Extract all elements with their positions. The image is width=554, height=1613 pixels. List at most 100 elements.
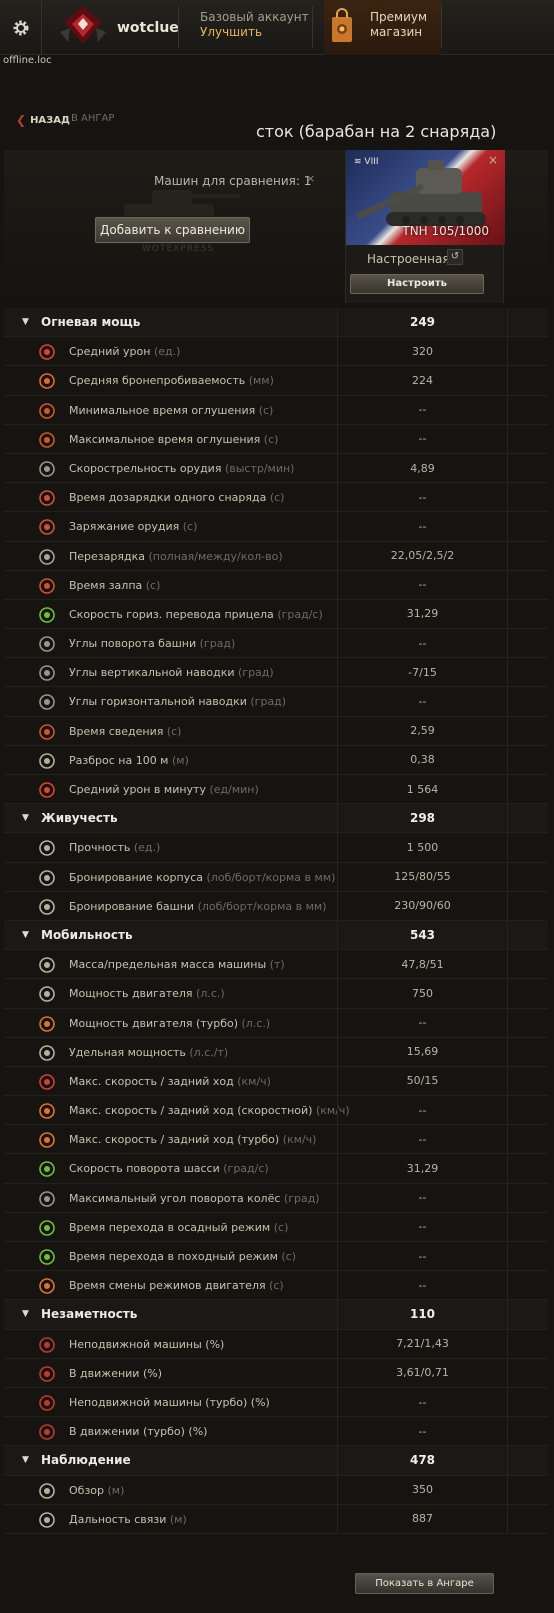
stat-row: Скорострельность орудия (выстр/мин) 4,89 xyxy=(4,453,548,484)
chevron-down-icon: ▼ xyxy=(22,317,29,327)
stat-row: Время залпа (с) -- xyxy=(4,570,548,600)
stat-name: Время перехода в осадный режим xyxy=(69,1220,271,1234)
clear-compare-button[interactable]: × xyxy=(306,172,315,185)
stat-name: Скорость гориз. перевода прицела xyxy=(69,607,274,621)
stat-name: Обзор xyxy=(69,1483,105,1497)
camo-moving-turbo-icon xyxy=(39,1424,55,1440)
stat-value-cell: 15,69 xyxy=(337,1037,508,1066)
stat-value-cell: 31,29 xyxy=(337,599,508,629)
stat-value-cell: -- xyxy=(337,1417,508,1446)
stat-value-cell: -- xyxy=(337,1212,508,1241)
player-nickname[interactable]: wotclue xyxy=(117,20,179,36)
clip-reload-icon xyxy=(39,548,55,565)
to-hangar-link[interactable]: В АНГАР xyxy=(71,113,114,124)
radio-range-icon xyxy=(39,1511,55,1528)
stat-label: Время сведения (с) xyxy=(69,725,181,738)
stat-name: Максимальное время оглушения xyxy=(69,432,261,446)
section-header[interactable]: ▼ Наблюдение 478 xyxy=(4,1446,548,1476)
stat-value-cell: -- xyxy=(337,424,508,453)
stat-name: Удельная мощность xyxy=(69,1045,186,1059)
stat-row: Углы поворота башни (град) -- xyxy=(4,629,548,659)
stat-row: Разброс на 100 м (м) 0,38 xyxy=(4,745,548,775)
stat-row: Время сведения (с) 2,59 xyxy=(4,716,548,746)
stat-row: Средний урон (ед.) 320 xyxy=(4,337,548,367)
stat-name: Мощность двигателя xyxy=(69,987,193,1001)
section-value-cell: 298 xyxy=(337,804,508,833)
back-button[interactable]: ❮ НАЗАД xyxy=(16,113,70,127)
stat-value-cell: 31,29 xyxy=(337,1154,508,1183)
stat-value: -- xyxy=(418,1103,427,1117)
stat-row: Макс. скорость / задний ход (км/ч) 50/15 xyxy=(4,1066,548,1097)
account-status[interactable]: Базовый аккаунт Улучшить xyxy=(200,10,309,40)
vehicle-card[interactable]: ≋ VIII × TNH 105/1000 Настроенная ↺ Наст… xyxy=(345,150,505,303)
engine-turbo-icon xyxy=(39,1015,55,1032)
stat-name: Время залпа xyxy=(69,578,143,592)
stat-value: 750 xyxy=(412,986,433,1000)
stat-unit: (ед/мин) xyxy=(209,783,259,796)
stat-label: Время перехода в осадный режим (с) xyxy=(69,1221,288,1234)
configure-button[interactable]: Настроить xyxy=(350,274,484,294)
stat-name: Средняя бронепробиваемость xyxy=(69,374,246,388)
back-label: НАЗАД xyxy=(30,114,70,126)
stat-unit: (л.с.) xyxy=(196,987,225,1001)
stat-value: -- xyxy=(418,1220,427,1234)
section-header[interactable]: ▼ Огневая мощь 249 xyxy=(4,308,548,338)
stat-value-cell: -- xyxy=(337,1271,508,1300)
section-header[interactable]: ▼ Незаметность 110 xyxy=(4,1300,548,1330)
stat-label: Максимальное время оглушения (с) xyxy=(69,433,278,446)
stat-row: Время дозарядки одного снаряда (с) -- xyxy=(4,483,548,513)
stat-label: Средний урон в минуту (ед/мин) xyxy=(69,783,259,796)
section-value-cell: 543 xyxy=(337,920,508,950)
stat-value-cell: 22,05/2,5/2 xyxy=(337,541,508,570)
show-in-hangar-button[interactable]: Показать в Ангаре xyxy=(355,1573,494,1594)
stat-row: Неподвижной машины (турбо) (%) -- xyxy=(4,1387,548,1418)
reset-icon: ↺ xyxy=(450,251,460,262)
section-header[interactable]: ▼ Мобильность 543 xyxy=(4,920,548,951)
stat-value: 4,89 xyxy=(410,461,435,475)
stat-name: Заряжание орудия xyxy=(69,520,180,534)
upgrade-link[interactable]: Улучшить xyxy=(200,25,309,40)
stat-label: Минимальное время оглушения (с) xyxy=(69,404,273,417)
stat-row: Удельная мощность (л.с./т) 15,69 xyxy=(4,1037,548,1067)
stat-row: Время смены режимов двигателя (с) -- xyxy=(4,1271,548,1301)
stat-value-cell: 350 xyxy=(337,1475,508,1504)
stat-row: Обзор (м) 350 xyxy=(4,1475,548,1505)
stat-row: Время перехода в осадный режим (с) -- xyxy=(4,1212,548,1242)
account-type: Базовый аккаунт xyxy=(200,10,309,24)
stat-value: -- xyxy=(418,403,427,417)
turret-angle-icon xyxy=(39,636,55,652)
section-header[interactable]: ▼ Живучесть 298 xyxy=(4,804,548,834)
stat-unit: (выстр/мин) xyxy=(224,461,295,475)
stat-name: Скорость поворота шасси xyxy=(69,1162,220,1176)
remove-vehicle-button[interactable]: × xyxy=(488,153,498,167)
stat-label: Макс. скорость / задний ход (турбо) (км/… xyxy=(69,1133,316,1146)
stat-value: 31,29 xyxy=(406,607,439,621)
stat-unit: (м) xyxy=(107,1483,125,1497)
stat-label: Бронирование корпуса (лоб/борт/корма в м… xyxy=(69,871,335,884)
stat-unit: (с) xyxy=(145,578,161,592)
player-emblem-icon[interactable] xyxy=(58,4,108,48)
siege-mode-icon xyxy=(39,1220,55,1236)
stat-row: Перезарядка (полная/между/кол-во) 22,05/2… xyxy=(4,541,548,571)
stat-row: Дальность связи (м) 887 xyxy=(4,1504,548,1534)
speed-icon xyxy=(39,1074,55,1090)
stat-value: -- xyxy=(418,1132,427,1146)
stat-value: -- xyxy=(418,1249,427,1263)
watermark: WOTEXPRESS xyxy=(142,244,215,254)
traverse-icon xyxy=(39,1161,55,1178)
stat-name: Прочность xyxy=(69,841,131,855)
stat-name: Дальность связи xyxy=(69,1512,167,1526)
stat-row: Скорость гориз. перевода прицела (град/с… xyxy=(4,599,548,630)
premium-shop-button[interactable]: Премиум магазин xyxy=(324,0,441,55)
premium-line-1: Премиум xyxy=(370,10,428,24)
travel-mode-icon xyxy=(39,1249,55,1265)
stat-value: 2,59 xyxy=(410,724,435,738)
reset-config-button[interactable]: ↺ xyxy=(447,249,463,265)
settings-button[interactable] xyxy=(0,0,42,55)
stat-value: 47,8/51 xyxy=(401,957,444,971)
stat-label: Неподвижной машины (турбо) (%) xyxy=(69,1396,270,1409)
gun-loading-icon xyxy=(39,519,55,536)
stat-row: Средний урон в минуту (ед/мин) 1 564 xyxy=(4,775,548,805)
stat-label: В движении (%) xyxy=(69,1367,162,1380)
add-to-compare-button[interactable]: Добавить к сравнению xyxy=(95,217,250,243)
